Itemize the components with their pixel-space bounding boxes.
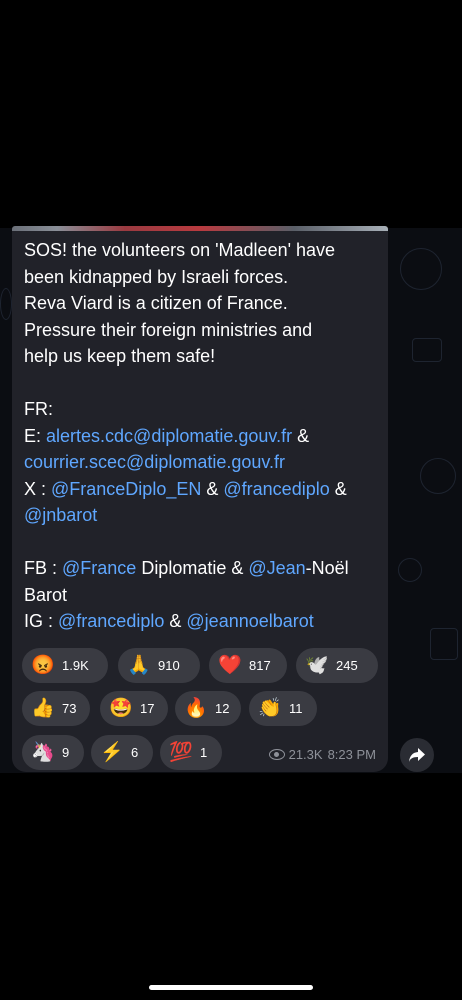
reaction-count: 910 xyxy=(158,658,180,673)
reaction-chip-clap[interactable]: 👏 11 xyxy=(249,691,317,726)
fb-link-jean[interactable]: @Jean xyxy=(248,558,305,578)
eye-icon xyxy=(268,749,285,760)
reaction-count: 12 xyxy=(215,701,230,716)
praying-hands-icon: 🙏 xyxy=(127,655,151,676)
thumbs-up-icon: 👍 xyxy=(31,698,55,719)
message-time: 8:23 PM xyxy=(327,747,376,762)
reaction-count: 6 xyxy=(131,745,139,760)
intro-line: SOS! the volunteers on 'Madleen' have xyxy=(24,240,336,260)
reaction-chip-angry[interactable]: 😡 1.9K xyxy=(22,648,108,683)
x-handle-francediplo[interactable]: @francediplo xyxy=(223,479,329,499)
x-handle-jnbarot[interactable]: @jnbarot xyxy=(24,505,97,525)
ampersand: & xyxy=(297,425,310,446)
reaction-chip-unicorn[interactable]: 🦄 9 xyxy=(22,735,84,770)
fire-icon: 🔥 xyxy=(184,698,208,719)
fb-link-france[interactable]: @France xyxy=(62,558,136,578)
dove-icon: 🕊️ xyxy=(305,655,329,676)
ampersand: & xyxy=(334,478,347,499)
x-prefix: X : xyxy=(24,478,52,499)
hundred-points-icon: 💯 xyxy=(169,742,193,763)
ampersand: & xyxy=(206,478,219,499)
reaction-chip-lightning[interactable]: ⚡ 6 xyxy=(91,735,153,770)
email-link-alertes[interactable]: alertes.cdc@diplomatie.gouv.fr xyxy=(46,426,292,446)
x-handle-francediplo-en[interactable]: @FranceDiplo_EN xyxy=(51,479,201,499)
home-indicator xyxy=(149,985,313,990)
ig-prefix: IG : xyxy=(24,611,59,631)
fb-line-2: Barot xyxy=(24,584,68,605)
message-meta: 21.3K 8:23 PM xyxy=(268,747,376,762)
intro-line: been kidnapped by Israeli forces. xyxy=(24,266,289,287)
fb-text: -Noël xyxy=(305,558,349,578)
ig-handle-jeannoelbarot[interactable]: @jeannoelbarot xyxy=(186,611,313,631)
angry-face-icon: 😡 xyxy=(31,655,55,676)
fb-text: Diplomatie & xyxy=(136,558,249,578)
reaction-count: 9 xyxy=(62,745,70,760)
share-button[interactable] xyxy=(400,738,434,772)
share-arrow-icon xyxy=(409,748,425,762)
ampersand: & xyxy=(169,611,182,631)
reaction-chip-thumbs-up[interactable]: 👍 73 xyxy=(22,691,90,726)
intro-line: Pressure their foreign ministries and xyxy=(24,319,313,340)
reaction-count: 245 xyxy=(336,658,358,673)
message-bubble[interactable]: SOS! the volunteers on 'Madleen' have be… xyxy=(12,231,388,772)
reaction-count: 17 xyxy=(140,701,155,716)
clapping-hands-icon: 👏 xyxy=(258,698,282,719)
reaction-count: 817 xyxy=(249,658,271,673)
reaction-chip-fire[interactable]: 🔥 12 xyxy=(175,691,241,726)
email-prefix: E: xyxy=(24,425,47,446)
unicorn-icon: 🦄 xyxy=(31,742,55,763)
reaction-chip-pray[interactable]: 🙏 910 xyxy=(118,648,200,683)
message-text: SOS! the volunteers on 'Madleen' have be… xyxy=(24,237,376,635)
fr-label: FR: xyxy=(24,399,53,419)
reaction-chip-hundred[interactable]: 💯 1 xyxy=(160,735,222,770)
reaction-count: 11 xyxy=(289,701,303,716)
reaction-count: 1 xyxy=(200,745,208,760)
reaction-chip-heart[interactable]: ❤️ 817 xyxy=(209,648,287,683)
ig-handle-francediplo[interactable]: @francediplo xyxy=(58,611,164,631)
red-heart-icon: ❤️ xyxy=(218,655,242,676)
view-count: 21.3K xyxy=(288,747,323,762)
reaction-count: 73 xyxy=(62,701,77,716)
lightning-icon: ⚡ xyxy=(100,742,124,763)
reaction-count: 1.9K xyxy=(62,658,89,673)
email-link-courrier[interactable]: courrier.scec@diplomatie.gouv.fr xyxy=(24,452,285,472)
intro-line: Reva Viard is a citizen of France. xyxy=(24,293,288,313)
reaction-chip-dove[interactable]: 🕊️ 245 xyxy=(296,648,378,683)
star-struck-icon: 🤩 xyxy=(109,698,133,719)
fb-prefix: FB : xyxy=(24,558,63,578)
intro-line: help us keep them safe! xyxy=(24,346,216,366)
reaction-chip-star-struck[interactable]: 🤩 17 xyxy=(100,691,168,726)
